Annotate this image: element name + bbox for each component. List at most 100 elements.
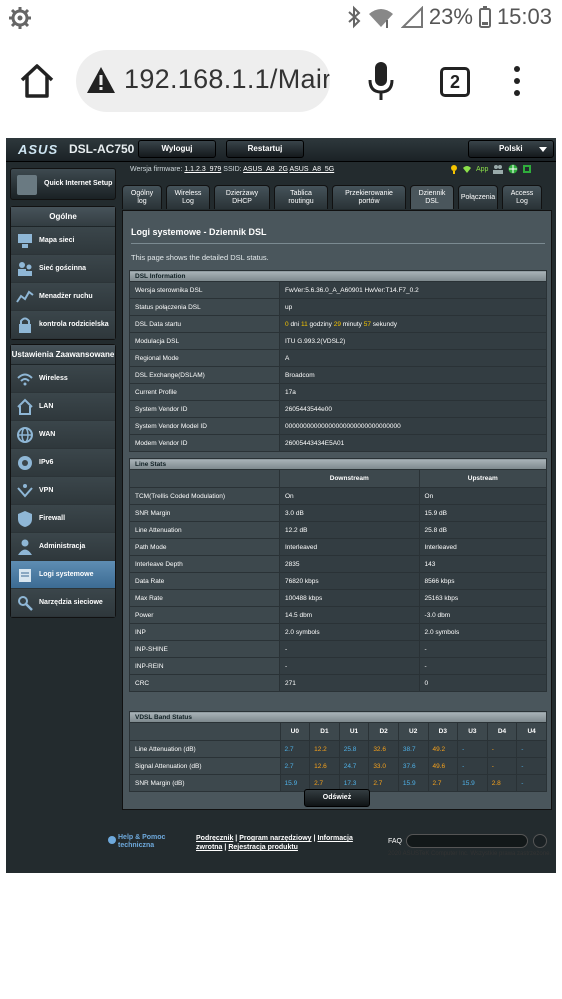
model-name: DSL-AC750 [69, 142, 135, 156]
tab-dsl-log[interactable]: Dziennik DSL [410, 185, 454, 209]
sidebar-item-system-log[interactable]: Logi systemowe [11, 561, 115, 589]
quick-internet-setup-button[interactable]: Quick Internet Setup [10, 168, 116, 200]
restart-button[interactable]: Restartuj [226, 140, 304, 158]
uptime-hours: 11 [300, 320, 308, 328]
manual-link[interactable]: Podręcznik [196, 835, 233, 842]
sidebar-advanced-title: Ustawienia Zaawansowane [11, 345, 115, 365]
band-column-header: U4 [516, 722, 547, 741]
vpn-icon [17, 484, 33, 498]
band-cell: - [486, 757, 518, 775]
ssid-2g-link[interactable]: ASUS_A8_2G [243, 166, 288, 173]
sidebar-item-traffic-manager[interactable]: Menadżer ruchu [11, 283, 115, 311]
band-cell: - [486, 740, 518, 758]
sidebar-item-parental-control[interactable]: kontrola rodzicielska [11, 311, 115, 339]
row-key: CRC [129, 674, 280, 692]
microphone-icon[interactable] [366, 60, 396, 102]
row-key: Line Attenuation [129, 521, 280, 539]
sidebar-item-network-tools[interactable]: Narzędzia sieciowe [11, 589, 115, 617]
firmware-version-link[interactable]: 1.1.2.3_979 [184, 166, 221, 173]
warning-icon[interactable] [86, 66, 116, 94]
tab-access-log[interactable]: Access Log [502, 185, 542, 209]
app-wifi-icon[interactable] [462, 164, 472, 174]
search-icon[interactable] [533, 834, 547, 848]
band-cell: 33.0 [368, 757, 399, 775]
footer-links: Podręcznik | Program narzędziowy | Infor… [196, 834, 353, 852]
faq-search-input[interactable] [406, 834, 528, 848]
table-row: Interleave Depth 2835 143 [129, 555, 548, 573]
sidebar-item-administration[interactable]: Administracja [11, 533, 115, 561]
tab-label: portów [358, 198, 380, 205]
sidebar-item-label: IPv6 [39, 459, 54, 466]
status-icons: App [450, 164, 532, 174]
app-label: App [476, 165, 489, 173]
page-description: This page shows the detailed DSL status. [131, 253, 269, 262]
product-registration-link[interactable]: Rejestracja produktu [228, 844, 298, 851]
tab-general-log[interactable]: Ogólny log [122, 185, 162, 209]
tab-label: routingu [288, 198, 314, 205]
tab-connections[interactable]: Połączenia [458, 185, 498, 209]
upstream-value: 25163 kbps [418, 589, 548, 607]
sidebar-item-wan[interactable]: WAN [11, 421, 115, 449]
band-cell: 15.9 [397, 774, 429, 792]
sidebar-item-firewall[interactable]: Firewall [11, 505, 115, 533]
band-cell: 49.2 [427, 740, 459, 758]
refresh-button[interactable]: Odśwież [304, 789, 370, 807]
upstream-value: On [418, 487, 548, 505]
tab-wireless-log[interactable]: Wireless Log [166, 185, 210, 209]
table-row: Path Mode Interleaved Interleaved [129, 538, 548, 556]
row-key: SNR Margin [129, 504, 280, 522]
band-column-header: U3 [457, 722, 488, 741]
wifi-icon [368, 9, 393, 28]
sidebar-item-guest-network[interactable]: Sieć gościnna [11, 255, 115, 283]
downstream-value: 76820 kbps [279, 572, 420, 590]
overflow-menu-icon[interactable] [510, 66, 524, 100]
tab-switcher-button[interactable]: 2 [440, 67, 470, 97]
table-row: INP-SHINE - - [129, 640, 548, 658]
table-row: Current Profile 17a [129, 383, 547, 401]
usb-icon[interactable] [522, 164, 532, 174]
traffic-chart-icon [16, 290, 34, 303]
row-value: Broadcom [279, 366, 547, 384]
sidebar-item-wireless[interactable]: Wireless [11, 365, 115, 393]
ipv6-globe-icon [18, 456, 32, 470]
tab-port-forwarding[interactable]: Przekierowanie portów [332, 185, 406, 209]
wireless-icon [17, 373, 33, 386]
utility-link[interactable]: Program narzędziowy [239, 835, 311, 842]
downstream-value: - [279, 640, 420, 658]
home-icon[interactable] [18, 62, 56, 100]
router-frame: ASUS DSL-AC750 Wyloguj Restartuj Polski … [6, 138, 556, 873]
sidebar-item-lan[interactable]: LAN [11, 393, 115, 421]
band-cell: 37.6 [397, 757, 429, 775]
clients-icon[interactable] [492, 164, 504, 174]
uptime-minutes-label: minuty [342, 320, 362, 328]
address-bar[interactable]: 192.168.1.1/Mair [76, 50, 330, 112]
sidebar-item-network-map[interactable]: Mapa sieci [11, 227, 115, 255]
tab-dhcp-leases[interactable]: Dzierżawy DHCP [214, 185, 270, 209]
ssid-5g-link[interactable]: ASUS_A8_5G [289, 166, 334, 173]
bluetooth-icon [348, 5, 361, 29]
help-support-link[interactable]: Help & Pomoc techniczna [108, 834, 165, 850]
sidebar-item-vpn[interactable]: VPN [11, 477, 115, 505]
sidebar-item-ipv6[interactable]: IPv6 [11, 449, 115, 477]
row-value: up [279, 298, 547, 316]
upstream-value: Interleaved [418, 538, 548, 556]
table-row: TCM(Trellis Coded Modulation) On On [129, 487, 548, 505]
logout-button[interactable]: Wyloguj [138, 140, 216, 158]
upstream-value: -3.0 dbm [418, 606, 548, 624]
lightbulb-icon[interactable] [450, 164, 458, 174]
tab-label: log [137, 198, 147, 205]
sidebar-general-title: Ogólne [11, 207, 115, 227]
band-cell: 2.8 [486, 774, 518, 792]
globe-icon[interactable] [508, 164, 518, 174]
row-value: FwVer:5.6.36.0_A_A60901 HwVer:T14.F7_0.2 [279, 281, 547, 299]
table-row: Regional Mode A [129, 349, 547, 367]
uptime-hours-label: godziny [309, 320, 332, 328]
tab-routing-table[interactable]: Tablica routingu [274, 185, 328, 209]
upstream-value: 15.9 dB [418, 504, 548, 522]
feedback-link-cont[interactable]: zwrotna [196, 844, 222, 851]
status-bar: 23% 15:03 [0, 0, 562, 38]
log-tabs: Ogólny log Wireless Log Dzierżawy DHCP Tabl… [122, 185, 552, 209]
row-key: Modem Vendor ID [129, 434, 280, 452]
language-select[interactable]: Polski [468, 140, 554, 158]
feedback-link[interactable]: Informacja [317, 835, 352, 842]
